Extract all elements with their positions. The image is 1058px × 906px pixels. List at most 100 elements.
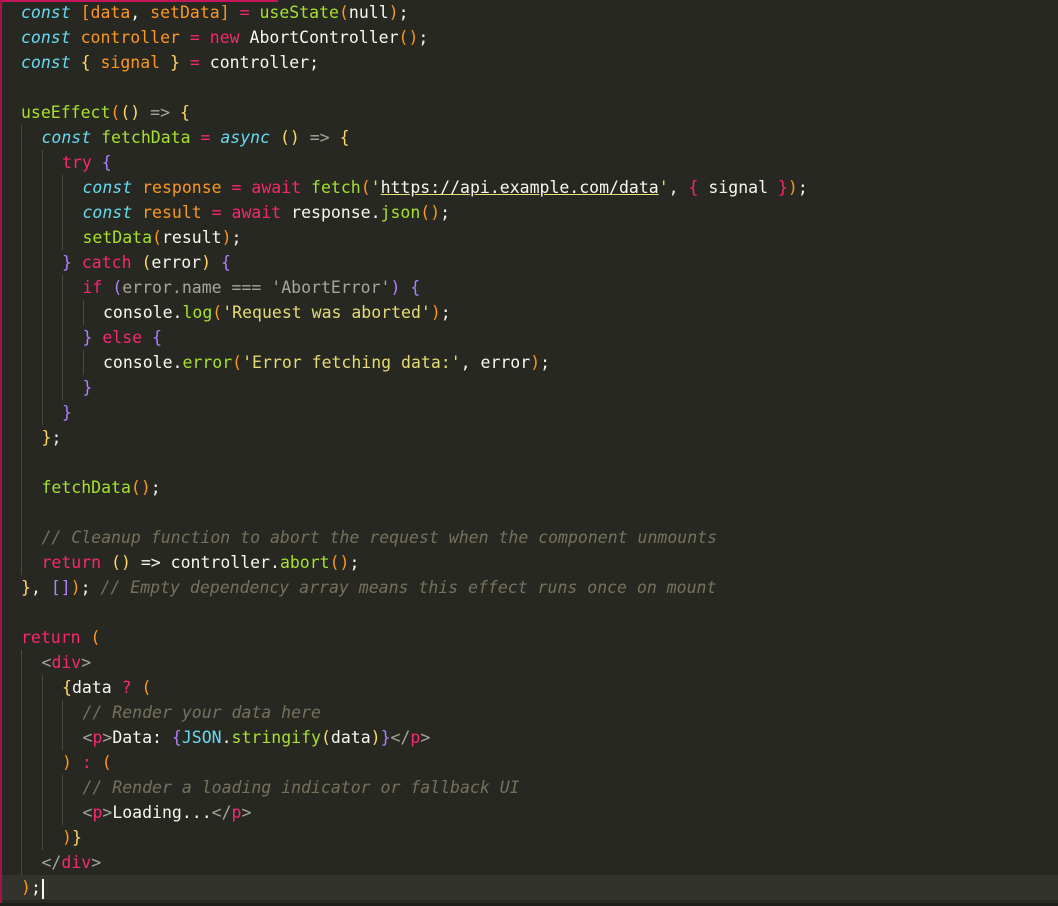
code-token: data (330, 728, 371, 747)
code-token: ' (658, 178, 669, 197)
code-line[interactable] (21, 450, 1058, 475)
code-line-content: } catch (error) { (21, 253, 231, 272)
code-token: } (380, 728, 391, 747)
code-line-content: // Cleanup function to abort the request… (21, 528, 718, 547)
code-line[interactable]: {data ? ( (21, 675, 1058, 700)
code-token: ( (141, 253, 152, 272)
indent-guide (41, 750, 43, 775)
code-line[interactable]: }; (21, 425, 1058, 450)
code-line[interactable]: console.log('Request was aborted'); (21, 300, 1058, 325)
code-line[interactable]: return ( (21, 625, 1058, 650)
code-line[interactable]: ); (2, 875, 1058, 900)
code-token: AbortController (239, 28, 399, 47)
code-token: < (82, 728, 93, 747)
indent-guide (62, 175, 63, 200)
indent-guide (21, 650, 22, 675)
code-line-content: } (21, 403, 72, 422)
code-line[interactable]: <div> (21, 650, 1058, 675)
code-line[interactable]: )} (21, 825, 1058, 850)
code-line-content: const fetchData = async () => { (21, 128, 350, 147)
code-line[interactable] (21, 600, 1058, 625)
code-line-content: if (error.name === 'AbortError') { (21, 278, 421, 297)
code-token: ; (150, 478, 161, 497)
code-line[interactable]: setData(result); (21, 225, 1058, 250)
code-token: () (329, 553, 350, 572)
indent-guide (41, 175, 43, 200)
code-token: error.name (122, 278, 222, 297)
indent-guide (41, 325, 43, 350)
code-line[interactable]: const result = await response.json(); (21, 200, 1058, 225)
code-token: 'Request was aborted' (222, 303, 431, 322)
code-token: [] (50, 578, 71, 597)
code-line[interactable]: const { signal } = controller; (21, 50, 1058, 75)
code-line[interactable]: const controller = new AbortController()… (21, 25, 1058, 50)
code-line-content: )} (21, 828, 82, 847)
code-line[interactable]: } (21, 375, 1058, 400)
code-line[interactable] (21, 500, 1058, 525)
code-token: Loading... (112, 803, 212, 822)
code-token: error (182, 353, 233, 372)
code-token: = (239, 3, 250, 22)
code-line-content: const [data, setData] = useState(null); (21, 3, 409, 22)
code-token: async (220, 128, 270, 147)
indent-guide (21, 525, 22, 550)
code-editor[interactable]: const [data, setData] = useState(null); c… (0, 0, 1058, 906)
code-token: => (309, 128, 330, 147)
indent-guide (21, 475, 22, 500)
code-token: p (92, 728, 103, 747)
code-token: setData (82, 228, 153, 247)
code-line[interactable]: // Cleanup function to abort the request… (21, 525, 1058, 550)
code-token: { (62, 678, 72, 697)
code-token: stringify (231, 728, 321, 747)
code-line[interactable]: return () => controller.abort(); (21, 550, 1058, 575)
code-token: { (80, 53, 91, 72)
code-line[interactable]: <p>Data: {JSON.stringify(data)}</p> (21, 725, 1058, 750)
code-token: JSON (181, 728, 222, 747)
code-token: } (41, 428, 52, 447)
code-line[interactable]: <p>Loading...</p> (21, 800, 1058, 825)
code-line[interactable]: } (21, 400, 1058, 425)
code-token: response. (281, 203, 381, 222)
code-token: () (420, 203, 441, 222)
code-line[interactable] (21, 75, 1058, 100)
code-line[interactable]: ) : ( (21, 750, 1058, 775)
code-token: ; (540, 353, 551, 372)
code-token: > (420, 728, 431, 747)
code-area[interactable]: const [data, setData] = useState(null); c… (2, 0, 1058, 900)
indent-guide (41, 150, 43, 175)
code-token: { (688, 178, 699, 197)
code-line[interactable]: </div> (21, 850, 1058, 875)
code-line[interactable]: } catch (error) { (21, 250, 1058, 275)
indent-guide (21, 750, 22, 775)
code-token: ; (231, 228, 242, 247)
code-line[interactable]: console.error('Error fetching data:', er… (21, 350, 1058, 375)
code-token: < (41, 653, 52, 672)
code-token: { (179, 103, 190, 122)
code-line-content (21, 453, 42, 472)
code-token: p (231, 803, 242, 822)
code-line[interactable]: fetchData(); (21, 475, 1058, 500)
code-token: // Cleanup function to abort the request… (41, 528, 718, 547)
code-line[interactable]: } else { (21, 325, 1058, 350)
code-line[interactable]: try { (21, 150, 1058, 175)
code-line[interactable]: const fetchData = async () => { (21, 125, 1058, 150)
code-line[interactable]: const response = await fetch('https://ap… (21, 175, 1058, 200)
code-token: ; (80, 578, 101, 597)
indent-guide (41, 350, 43, 375)
code-token: data (90, 3, 131, 22)
code-line-content: console.log('Request was aborted'); (21, 303, 451, 322)
code-line[interactable]: if (error.name === 'AbortError') { (21, 275, 1058, 300)
code-line[interactable]: const [data, setData] = useState(null); (21, 0, 1058, 25)
code-line[interactable]: // Render a loading indicator or fallbac… (21, 775, 1058, 800)
code-line[interactable]: useEffect(() => { (21, 100, 1058, 125)
code-line[interactable]: }, []); // Empty dependency array means … (21, 575, 1058, 600)
indent-guide (62, 300, 63, 325)
code-line[interactable]: // Render your data here (21, 700, 1058, 725)
